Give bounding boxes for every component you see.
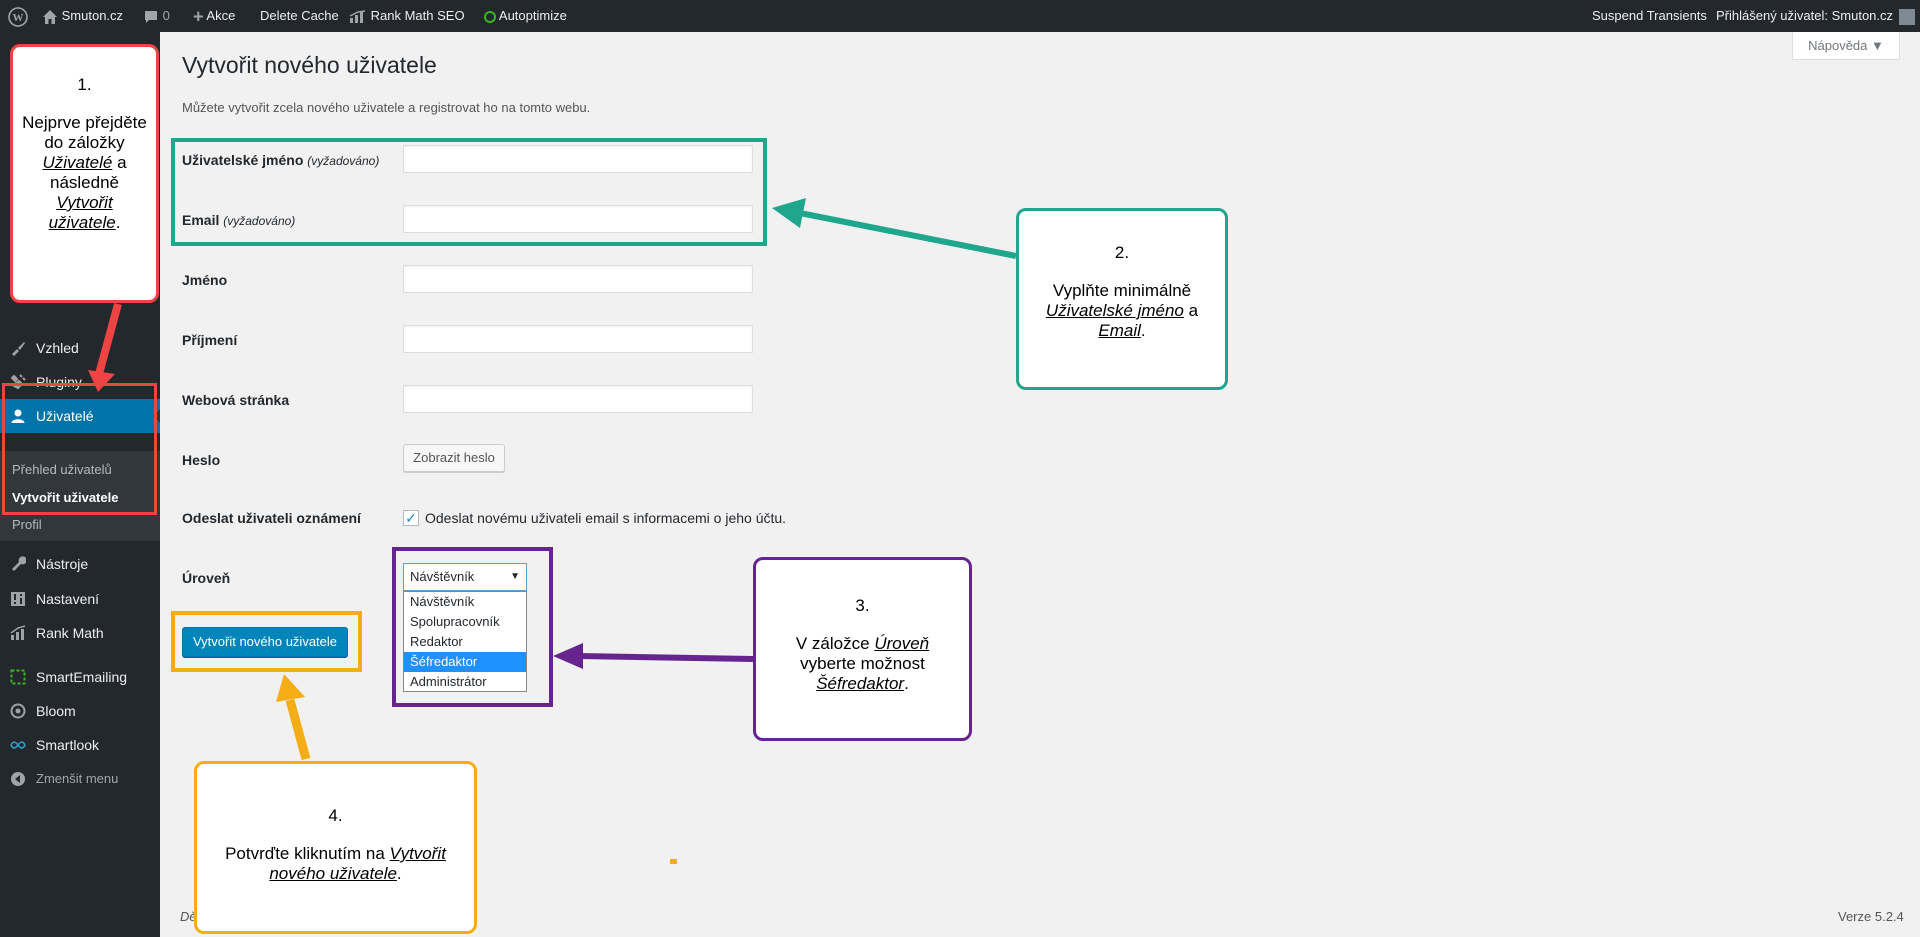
callout-step4-number: 4. [328,806,343,825]
highlight-users-menu [2,383,157,515]
callout-step3-emphasis: Úroveň [874,634,930,653]
help-tab-button[interactable]: Nápověda ▼ [1792,32,1900,60]
last-name-label: Příjmení [182,332,238,348]
status-circle-icon [484,10,496,23]
page-title: Vytvořit nového uživatele [182,52,437,78]
callout-step4-text: Potvrďte kliknutím na [225,844,385,863]
first-name-label: Jméno [182,272,228,288]
suspend-transients-link[interactable]: Suspend Transients [1592,0,1707,32]
callout-step1: 1. Nejprve přejděte do záložky Uživatelé… [10,44,159,303]
last-name-field[interactable] [403,325,753,353]
square-icon [10,669,26,685]
notify-label: Odeslat uživateli oznámení [182,510,361,526]
password-label: Heslo [182,452,221,468]
comments-count: 0 [162,8,170,23]
rank-math-label: Rank Math SEO [370,8,465,23]
sidebar-item-smartlook[interactable]: Smartlook [0,728,160,762]
page-description: Můžete vytvořit zcela nového uživatele a… [182,100,591,115]
notify-checkbox-label: Odeslat novému uživateli email s informa… [425,510,787,526]
flower-icon [10,703,26,719]
callout-step4-end: . [396,864,402,883]
callout-step2: 2. Vyplňte minimálně Uživatelské jméno a… [1016,208,1228,390]
version-label: Verze 5.2.4 [1838,909,1904,924]
highlight-submit-button [171,611,362,672]
callout-step2-emphasis: Uživatelské jméno [1045,301,1184,320]
avatar [1898,8,1915,25]
submenu-item-profile[interactable]: Profil [12,517,42,532]
notify-checkbox[interactable]: ✓ [403,510,419,526]
callout-step2-text-mid: a [1188,301,1199,320]
sidebar-item-vzhled[interactable]: Vzhled [0,331,160,365]
callout-step1-end: . [115,213,121,232]
logged-user-label: Přihlášený uživatel: Smuton.cz [1716,8,1894,23]
chart-icon [10,625,26,640]
callout-step2-emphasis-2: Email [1098,321,1141,340]
first-name-field[interactable] [403,265,753,293]
brush-icon [12,342,25,356]
sidebar-item-label: Zmenšit menu [36,771,119,786]
site-name-label: Smuton.cz [61,8,124,23]
sidebar-item-label: Smartlook [36,737,100,753]
callout-step1-number: 1. [77,75,92,94]
callout-step1-emphasis-2: Vytvořit uživatele [48,193,116,232]
callout-step1-text: Nejprve přejděte do záložky [22,113,147,152]
autoptimize-label: Autoptimize [498,8,567,23]
sidebar-item-label: Rank Math [36,625,104,641]
highlight-required-fields [171,138,767,246]
site-name-link[interactable]: Smuton.cz [42,0,123,32]
callout-step3-number: 3. [855,596,870,615]
sidebar-item-label: Nástroje [36,556,89,572]
sidebar-item-label: Bloom [36,703,76,719]
callout-step4: 4. Potvrďte kliknutím na Vytvořit nového… [194,761,477,934]
sidebar-item-label: Vzhled [36,340,79,356]
sidebar-item-nastaveni[interactable]: Nastavení [0,582,160,616]
comments-link[interactable]: 0 [143,0,170,32]
svg-text:W: W [13,12,24,24]
plus-icon: + [193,6,204,27]
callout-step3-emphasis-2: Šéfredaktor [816,674,905,693]
callout-step3-text-mid: vyberte možnost [800,654,925,673]
rank-math-icon [349,9,366,23]
callout-step2-end: . [1140,321,1146,340]
admin-bar: W Smuton.cz 0 + Akce Delete Cache Rank M… [0,0,1920,32]
website-label: Webová stránka [182,392,290,408]
callout-step3: 3. V záložce Úroveň vyberte možnost Šéfr… [753,557,972,741]
settings-icon [11,592,25,606]
new-content-link[interactable]: + Akce [193,0,235,32]
sidebar-collapse-menu[interactable]: Zmenšit menu [0,762,160,796]
callout-step2-number: 2. [1114,243,1130,262]
collapse-icon [11,772,25,786]
callout-step3-text: V záložce [795,634,870,653]
account-link[interactable]: Přihlášený uživatel: Smuton.cz [1716,0,1915,32]
website-field[interactable] [403,385,753,413]
show-password-button[interactable]: Zobrazit heslo [403,444,505,472]
sidebar-item-label: Nastavení [36,591,100,607]
sidebar-item-rank-math[interactable]: Rank Math [0,616,160,650]
callout-step2-text: Vyplňte minimálně [1052,281,1192,300]
wrench-icon [12,556,26,571]
wordpress-logo-icon[interactable]: W [8,0,28,32]
new-content-label: Akce [206,8,236,23]
highlight-role-dropdown [392,547,553,707]
callout-step3-end: . [904,674,909,693]
sidebar-item-label: SmartEmailing [36,669,128,685]
rank-math-link[interactable]: Rank Math SEO [349,0,465,32]
sidebar-item-bloom[interactable]: Bloom [0,694,160,728]
infinity-icon [10,741,26,749]
sidebar-item-nastroje[interactable]: Nástroje [0,547,160,581]
home-icon [43,9,57,24]
autoptimize-link[interactable]: Autoptimize [484,0,567,32]
comment-icon [145,10,157,23]
role-label: Úroveň [182,570,231,586]
sidebar-item-smartemailing[interactable]: SmartEmailing [0,660,160,694]
callout-step1-emphasis: Uživatelé [42,153,113,172]
delete-cache-link[interactable]: Delete Cache [260,0,339,32]
